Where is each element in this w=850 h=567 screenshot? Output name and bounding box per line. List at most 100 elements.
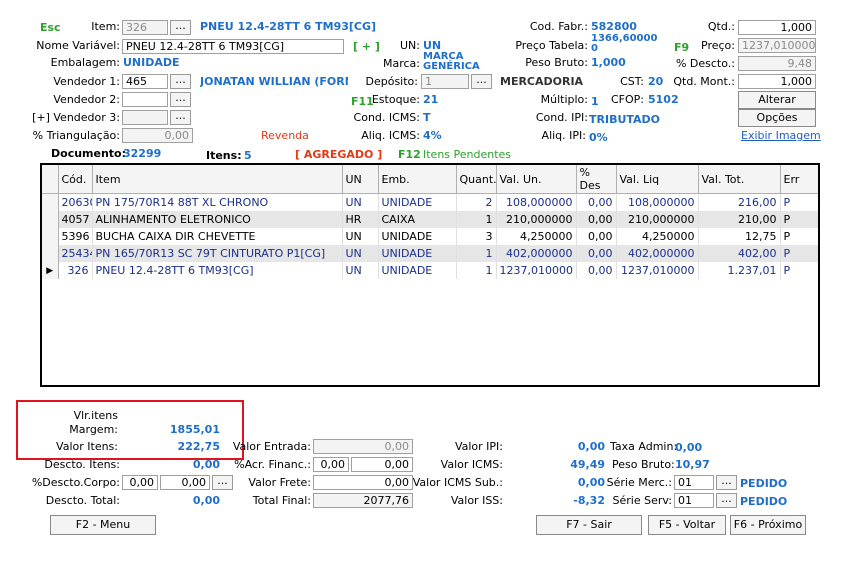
estoque-value: 21 [423,93,439,106]
vendedor1-name: JONATAN WILLIAN (FORN [200,75,348,88]
col-header-cod[interactable]: Cód. [58,165,93,194]
col-header-err[interactable]: Err [780,165,818,194]
qtd-mont-field[interactable]: 1,000 [738,74,816,89]
valor-itens-value: 222,75 [177,440,220,453]
deposito-code-field[interactable]: 1 [421,74,469,89]
col-header-item[interactable]: Item [92,165,343,194]
acr-financ-pct-field[interactable]: 0,00 [313,457,349,472]
menu-button[interactable]: F2 - Menu [50,515,156,535]
cell-val-un: 210,000000 [496,211,577,228]
vendedor1-label: Vendedor 1: [53,75,120,88]
margem-label: Margem: [69,423,118,436]
grid-header-row: Cód. Item UN Emb. Quant. Val. Un. % Des … [42,165,818,194]
col-header-val-tot[interactable]: Val. Tot. [698,165,781,194]
cod-fabr-label: Cod. Fabr.: [529,20,588,33]
table-row[interactable]: 25434 PN 165/70R13 SC 79T CINTURATO P1[C… [42,245,818,262]
row-indicator[interactable] [42,193,59,211]
triangulacao-label: % Triangulação: [32,129,120,142]
cell-val-un: 402,000000 [496,245,577,262]
row-indicator[interactable] [42,245,59,262]
descto-total-label: Descto. Total: [45,494,120,507]
esc-shortcut[interactable]: Esc [40,21,61,34]
col-header-emb[interactable]: Emb. [378,165,457,194]
col-header-des[interactable]: % Des [576,165,617,194]
item-lookup-button[interactable]: ... [170,20,191,35]
voltar-button[interactable]: F5 - Voltar [648,515,726,535]
un-value: UN [423,39,442,52]
col-header-val-un[interactable]: Val. Un. [496,165,577,194]
preco-field[interactable]: 1237,010000 [738,38,816,53]
table-row[interactable]: ▶ 326 PNEU 12.4-28TT 6 TM93[CG] UN UNIDA… [42,262,818,279]
row-indicator[interactable] [42,211,59,228]
item-label: Item: [91,20,120,33]
cst-label: CST: [620,75,644,88]
vendedor1-code-field[interactable]: 465 [122,74,168,89]
cell-err: P [780,262,818,279]
vendedor2-code-field[interactable] [122,92,168,107]
descto-itens-label: Descto. Itens: [44,458,120,471]
qtd-field[interactable]: 1,000 [738,20,816,35]
revenda-label: Revenda [261,129,309,142]
marca-label: Marca: [382,57,420,70]
items-grid[interactable]: Cód. Item UN Emb. Quant. Val. Un. % Des … [40,163,820,387]
vendedor3-label[interactable]: [+] Vendedor 3: [20,111,120,124]
current-row-indicator[interactable]: ▶ [42,262,59,279]
cell-val-tot: 12,75 [698,228,781,245]
table-row[interactable]: 5396 BUCHA CAIXA DIR CHEVETTE UN UNIDADE… [42,228,818,245]
valor-entrada-field[interactable]: 0,00 [313,439,413,454]
aliq-icms-value: 4% [423,129,442,142]
itens-label: Itens: [206,149,242,162]
sair-button[interactable]: F7 - Sair [536,515,642,535]
serie-serv-lookup-button[interactable]: ... [716,493,737,508]
alterar-button[interactable]: Alterar [738,91,816,109]
cfop-label: CFOP: [610,93,644,106]
descto-corpo-val-field[interactable]: 0,00 [160,475,210,490]
cell-err: P [780,193,818,211]
table-row[interactable]: 20630 PN 175/70R14 88T XL CHRONO UN UNID… [42,193,818,211]
triangulacao-field[interactable]: 0,00 [122,128,193,143]
embalagem-label: Embalagem: [50,56,120,69]
expand-variavel-button[interactable]: [ + ] [353,40,380,53]
vendedor2-label: Vendedor 2: [53,93,120,106]
proximo-button[interactable]: F6 - Próximo [730,515,806,535]
margem-value: 1855,01 [169,423,220,436]
nome-variavel-field[interactable]: PNEU 12.4-28TT 6 TM93[CG] [122,39,344,54]
opcoes-button[interactable]: Opções [738,109,816,127]
vendedor3-code-field[interactable] [122,110,168,125]
valor-iss-value: -8,32 [573,494,605,507]
row-indicator[interactable] [42,228,59,245]
valor-frete-field[interactable]: 0,00 [313,475,413,490]
descto-corpo-pct-field[interactable]: 0,00 [122,475,158,490]
cell-un: HR [342,211,379,228]
vendedor3-lookup-button[interactable]: ... [170,110,191,125]
valor-frete-label: Valor Frete: [248,476,311,489]
cell-err: P [780,245,818,262]
cell-val-tot: 402,00 [698,245,781,262]
serie-merc-field[interactable]: 01 [674,475,714,490]
serie-merc-lookup-button[interactable]: ... [716,475,737,490]
qtd-mont-label: Qtd. Mont.: [673,75,735,88]
f9-shortcut[interactable]: F9 [674,41,689,54]
cell-des: 0,00 [576,228,617,245]
total-final-field: 2077,76 [313,493,413,508]
vendedor1-lookup-button[interactable]: ... [170,74,191,89]
itens-pendentes-label[interactable]: Itens Pendentes [423,148,511,161]
cell-val-liq: 4,250000 [616,228,699,245]
table-row[interactable]: 4057 ALINHAMENTO ELETRONICO HR CAIXA 1 2… [42,211,818,228]
cell-emb: UNIDADE [378,228,457,245]
descto-field[interactable]: 9,48 [738,56,816,71]
cell-val-tot: 210,00 [698,211,781,228]
embalagem-value: UNIDADE [123,56,180,69]
deposito-lookup-button[interactable]: ... [471,74,492,89]
exibir-imagem-link[interactable]: Exibir Imagem [741,129,821,142]
cell-val-liq: 108,000000 [616,193,699,211]
col-header-val-liq[interactable]: Val. Liq [616,165,699,194]
valor-icms-value: 49,49 [570,458,605,471]
f12-shortcut[interactable]: F12 [398,148,421,161]
vendedor2-lookup-button[interactable]: ... [170,92,191,107]
item-code-field[interactable]: 326 [122,20,168,35]
acr-financ-val-field[interactable]: 0,00 [351,457,413,472]
serie-serv-field[interactable]: 01 [674,493,714,508]
col-header-un[interactable]: UN [342,165,379,194]
col-header-quant[interactable]: Quant. [456,165,497,194]
